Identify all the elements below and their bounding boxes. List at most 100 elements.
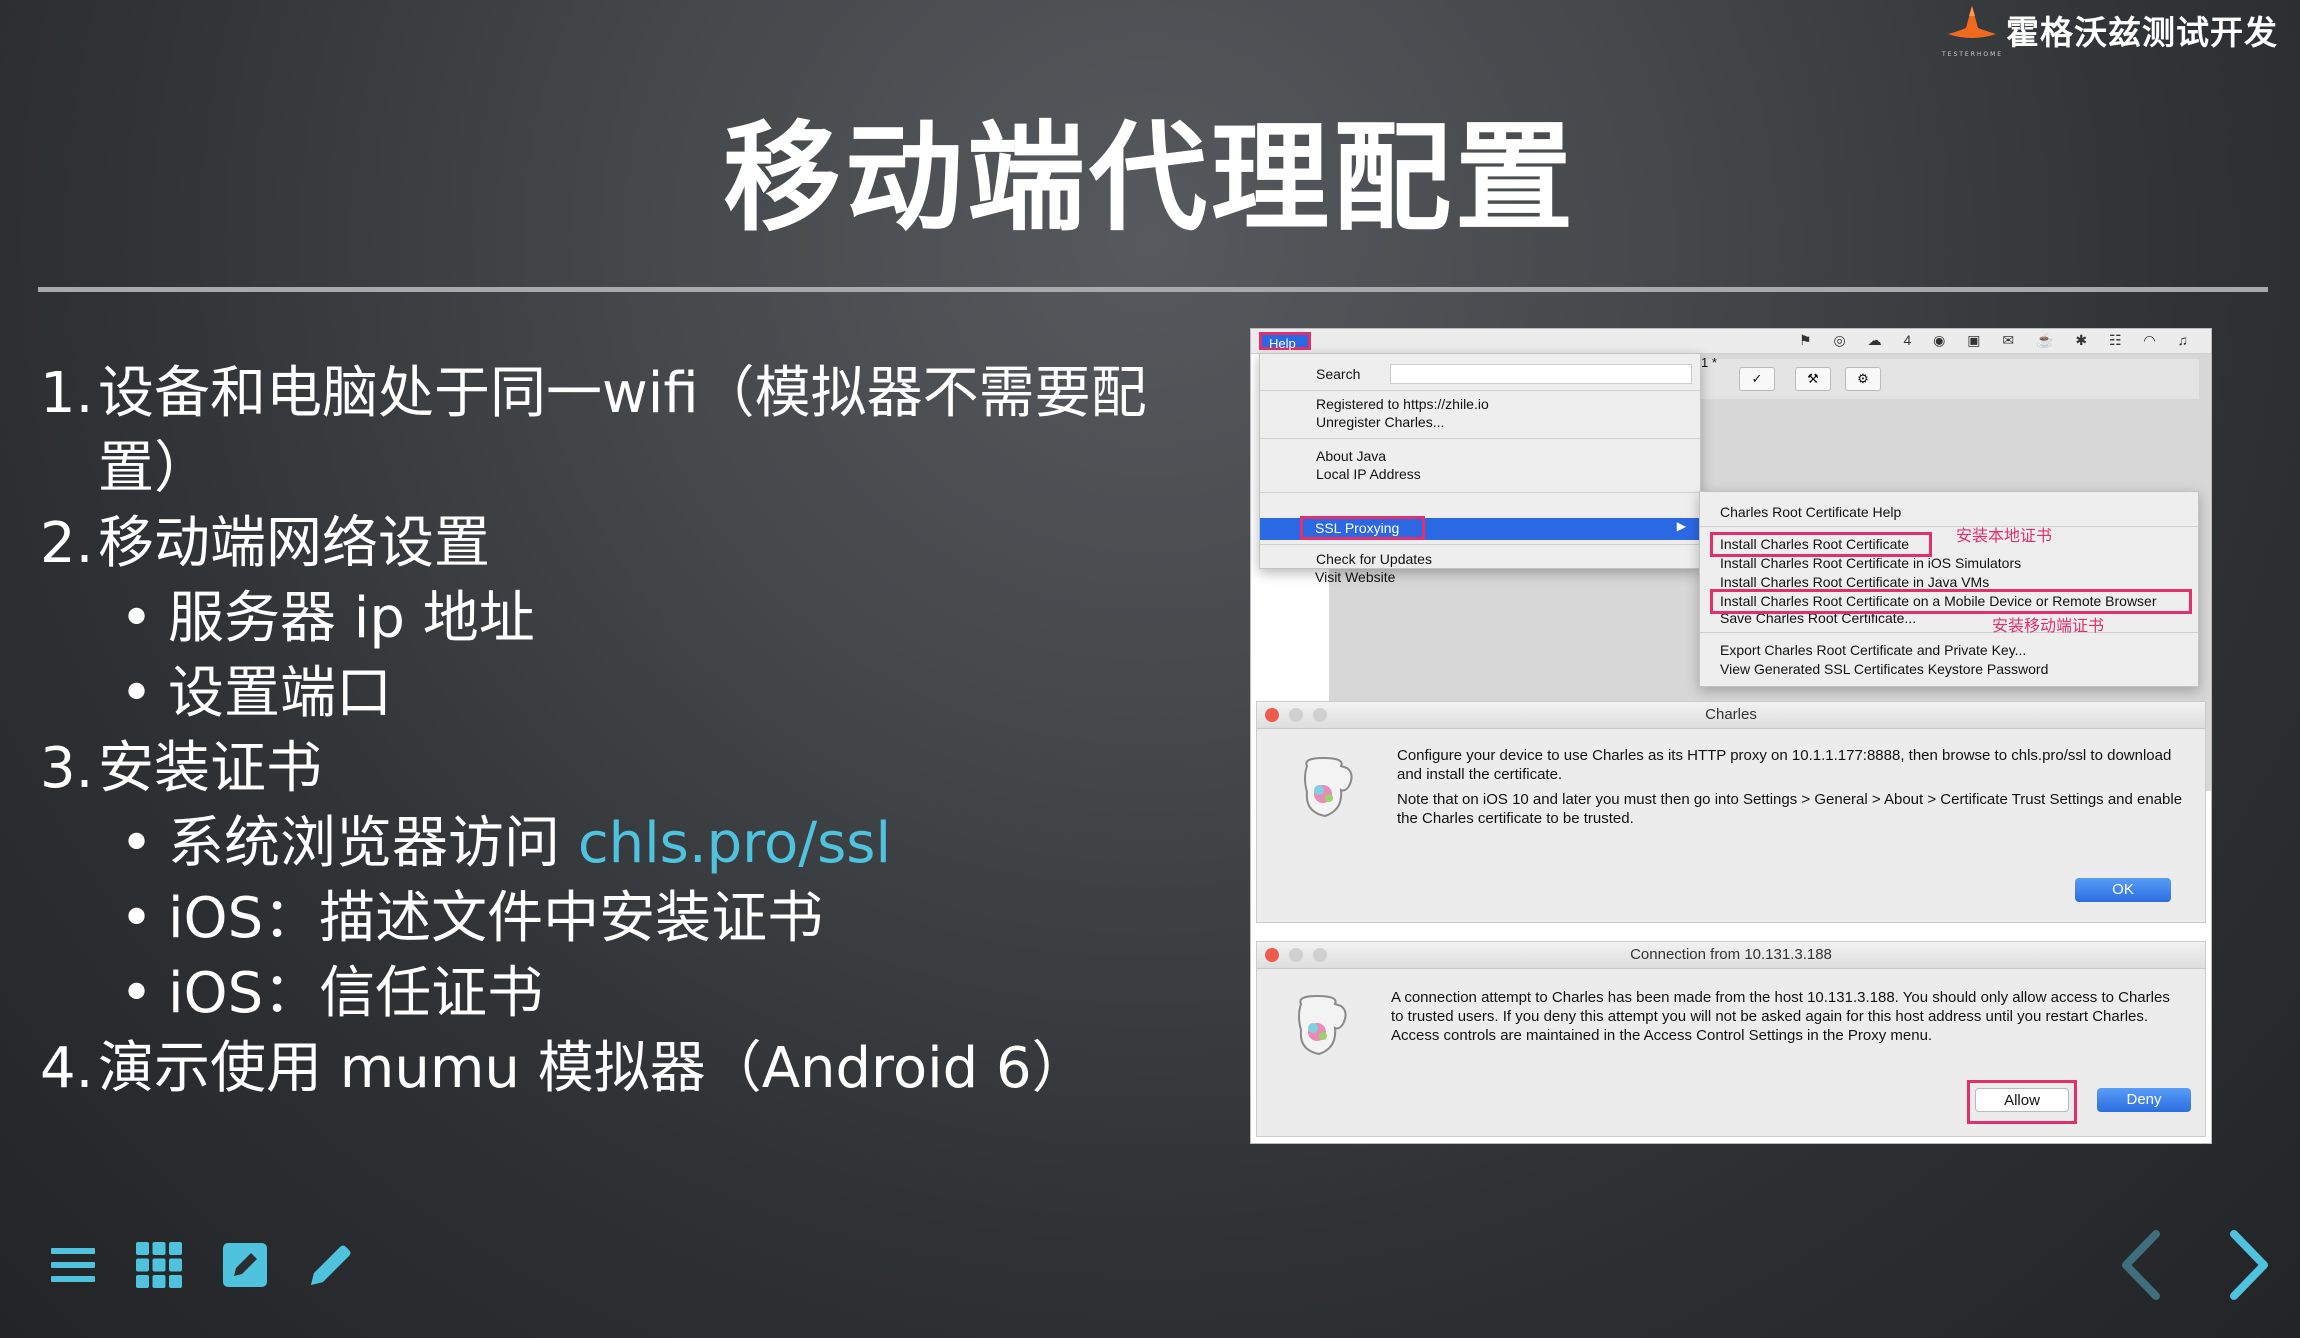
slide-content: 1. 设备和电脑处于同一wifi（模拟器不需要配置） 2. 移动端网络设置 • … [40, 356, 1200, 1106]
menu-separator [1260, 390, 1700, 391]
dialog-text: Configure your device to use Charles as … [1397, 747, 2172, 783]
slide-title: 移动端代理配置 [722, 109, 1577, 247]
close-icon[interactable] [1265, 708, 1279, 722]
submenu-item[interactable]: Export Charles Root Certificate and Priv… [1720, 642, 2026, 658]
list-text: 设备和电脑处于同一wifi（模拟器不需要配置） [98, 361, 1147, 501]
list-text: 移动端网络设置 [98, 511, 490, 576]
dialog-text: A connection attempt to Charles has been… [1391, 989, 2170, 1044]
bullet-text: 设置端口 [168, 661, 392, 726]
list-number: 1. [40, 361, 94, 426]
highlight-box [1710, 532, 1932, 557]
bullet-item: • 服务器 ip 地址 [40, 581, 1200, 656]
list-number: 4. [40, 1036, 94, 1101]
menu-icon[interactable] [48, 1240, 98, 1290]
tools-button[interactable]: ⚒ [1795, 367, 1831, 391]
charles-screenshot: 1 * ✓ ⚒ ⚙ Help ⚑ ◎ ☁ 4 ◉ ▣ ✉ ☕ ✱ ☷ ◠ ♫ S… [1250, 328, 2212, 1144]
charles-jug-icon [1298, 994, 1347, 1056]
bullet-text: iOS：信任证书 [168, 961, 544, 1026]
menu-separator [1260, 544, 1700, 545]
menu-separator [1260, 492, 1700, 493]
grid-icon[interactable] [134, 1240, 184, 1290]
brand-logo-caption: TESTERHOME [1942, 51, 2004, 58]
bullet-dot: • [120, 661, 154, 726]
submenu-item[interactable]: Charles Root Certificate Help [1720, 504, 1901, 520]
menu-separator [1700, 632, 2198, 633]
bullet-item: • iOS：描述文件中安装证书 [40, 881, 1200, 956]
list-text: 演示使用 mumu 模拟器（Android 6） [98, 1036, 1088, 1101]
dialog-titlebar: Charles [1257, 702, 2205, 729]
list-item-1: 1. 设备和电脑处于同一wifi（模拟器不需要配置） [40, 356, 1200, 506]
brand-name: 霍格沃兹测试开发 [2006, 13, 2278, 52]
help-dropdown: Search Registered to https://zhile.io Un… [1259, 353, 1701, 569]
menu-visit-website[interactable]: Visit Website [1315, 569, 1395, 585]
highlight-box [1710, 589, 2192, 614]
slide-toolbar [48, 1240, 392, 1290]
search-input[interactable] [1390, 364, 1692, 384]
deny-button[interactable]: Deny [2097, 1088, 2191, 1112]
next-arrow-icon[interactable] [2218, 1228, 2278, 1302]
dialog-title: Connection from 10.131.3.188 [1630, 946, 1832, 963]
edit-note-icon[interactable] [220, 1240, 270, 1290]
list-item-2: 2. 移动端网络设置 [40, 506, 1200, 581]
check-button[interactable]: ✓ [1739, 367, 1775, 391]
bullet-item: • 设置端口 [40, 656, 1200, 731]
minimize-icon[interactable] [1289, 708, 1303, 722]
zoom-icon[interactable] [1313, 708, 1327, 722]
annotation-local: 安装本地证书 [1956, 528, 2053, 545]
wizard-hat-icon [1948, 6, 1996, 38]
list-item-3: 3. 安装证书 [40, 731, 1200, 806]
bullet-text: iOS：描述文件中安装证书 [168, 886, 824, 951]
bullet-item: • iOS：信任证书 [40, 956, 1200, 1031]
bullet-text: 系统浏览器访问 [168, 811, 578, 876]
charles-toolbar: 1 * ✓ ⚒ ⚙ [1699, 355, 2199, 399]
menu-separator [1260, 438, 1700, 439]
list-item-4: 4. 演示使用 mumu 模拟器（Android 6） [40, 1031, 1200, 1106]
pencil-icon[interactable] [306, 1240, 356, 1290]
menu-search[interactable]: Search [1316, 366, 1360, 382]
prev-arrow-icon[interactable] [2112, 1228, 2172, 1302]
menu-registered: Registered to https://zhile.io [1316, 396, 1489, 412]
window-controls [1265, 948, 1337, 962]
bullet-dot: • [120, 886, 154, 951]
charles-jug-icon [1304, 756, 1353, 818]
menu-separator [1700, 526, 2198, 527]
bullet-dot: • [120, 586, 154, 651]
menu-ssl-proxying[interactable]: SSL Proxying [1300, 516, 1425, 540]
zoom-icon[interactable] [1313, 948, 1327, 962]
window-controls [1265, 708, 1337, 722]
list-number: 2. [40, 511, 94, 576]
menu-check-updates[interactable]: Check for Updates [1316, 551, 1432, 567]
minimize-icon[interactable] [1289, 948, 1303, 962]
submenu-item[interactable]: Install Charles Root Certificate in iOS … [1720, 555, 2021, 571]
bullet-text: 服务器 ip 地址 [168, 586, 535, 651]
bullet-item: • 系统浏览器访问 chls.pro/ssl [40, 806, 1200, 881]
settings-button[interactable]: ⚙ [1845, 367, 1881, 391]
status-icons: ⚑ ◎ ☁ 4 ◉ ▣ ✉ ☕ ✱ ☷ ◠ ♫ [1799, 332, 2197, 348]
list-number: 3. [40, 736, 94, 801]
cert-link[interactable]: chls.pro/ssl [578, 811, 891, 876]
ok-button[interactable]: OK [2075, 878, 2171, 902]
bullet-dot: • [120, 811, 154, 876]
menu-local-ip[interactable]: Local IP Address [1316, 466, 1421, 482]
brand-logo: TESTERHOME [1942, 4, 2001, 58]
list-text: 安装证书 [98, 736, 322, 801]
help-menu[interactable]: Help [1259, 332, 1311, 351]
close-icon[interactable] [1265, 948, 1279, 962]
ssl-submenu: Charles Root Certificate Help Install Ch… [1699, 491, 2199, 687]
charles-dialog: Charles Configure your device to use Cha… [1256, 701, 2206, 923]
bullet-dot: • [120, 961, 154, 1026]
submenu-arrow-icon: ▶ [1676, 519, 1686, 533]
connection-dialog: Connection from 10.131.3.188 A connectio… [1256, 941, 2206, 1137]
annotation-mobile: 安装移动端证书 [1992, 618, 2105, 635]
dialog-titlebar: Connection from 10.131.3.188 [1257, 942, 2205, 969]
allow-button[interactable]: Allow [1975, 1088, 2069, 1112]
menu-unregister[interactable]: Unregister Charles... [1316, 414, 1444, 430]
title-divider [38, 287, 2268, 292]
submenu-item[interactable]: View Generated SSL Certificates Keystore… [1720, 661, 2048, 677]
mac-menubar: Help ⚑ ◎ ☁ 4 ◉ ▣ ✉ ☕ ✱ ☷ ◠ ♫ [1251, 329, 2211, 354]
brand: TESTERHOME 霍格沃兹测试开发 [1942, 4, 2278, 58]
window-title-fragment: 1 * [1701, 355, 1717, 370]
menu-about-java[interactable]: About Java [1316, 448, 1386, 464]
submenu-item[interactable]: Install Charles Root Certificate in Java… [1720, 574, 1989, 590]
dialog-title: Charles [1705, 706, 1757, 723]
